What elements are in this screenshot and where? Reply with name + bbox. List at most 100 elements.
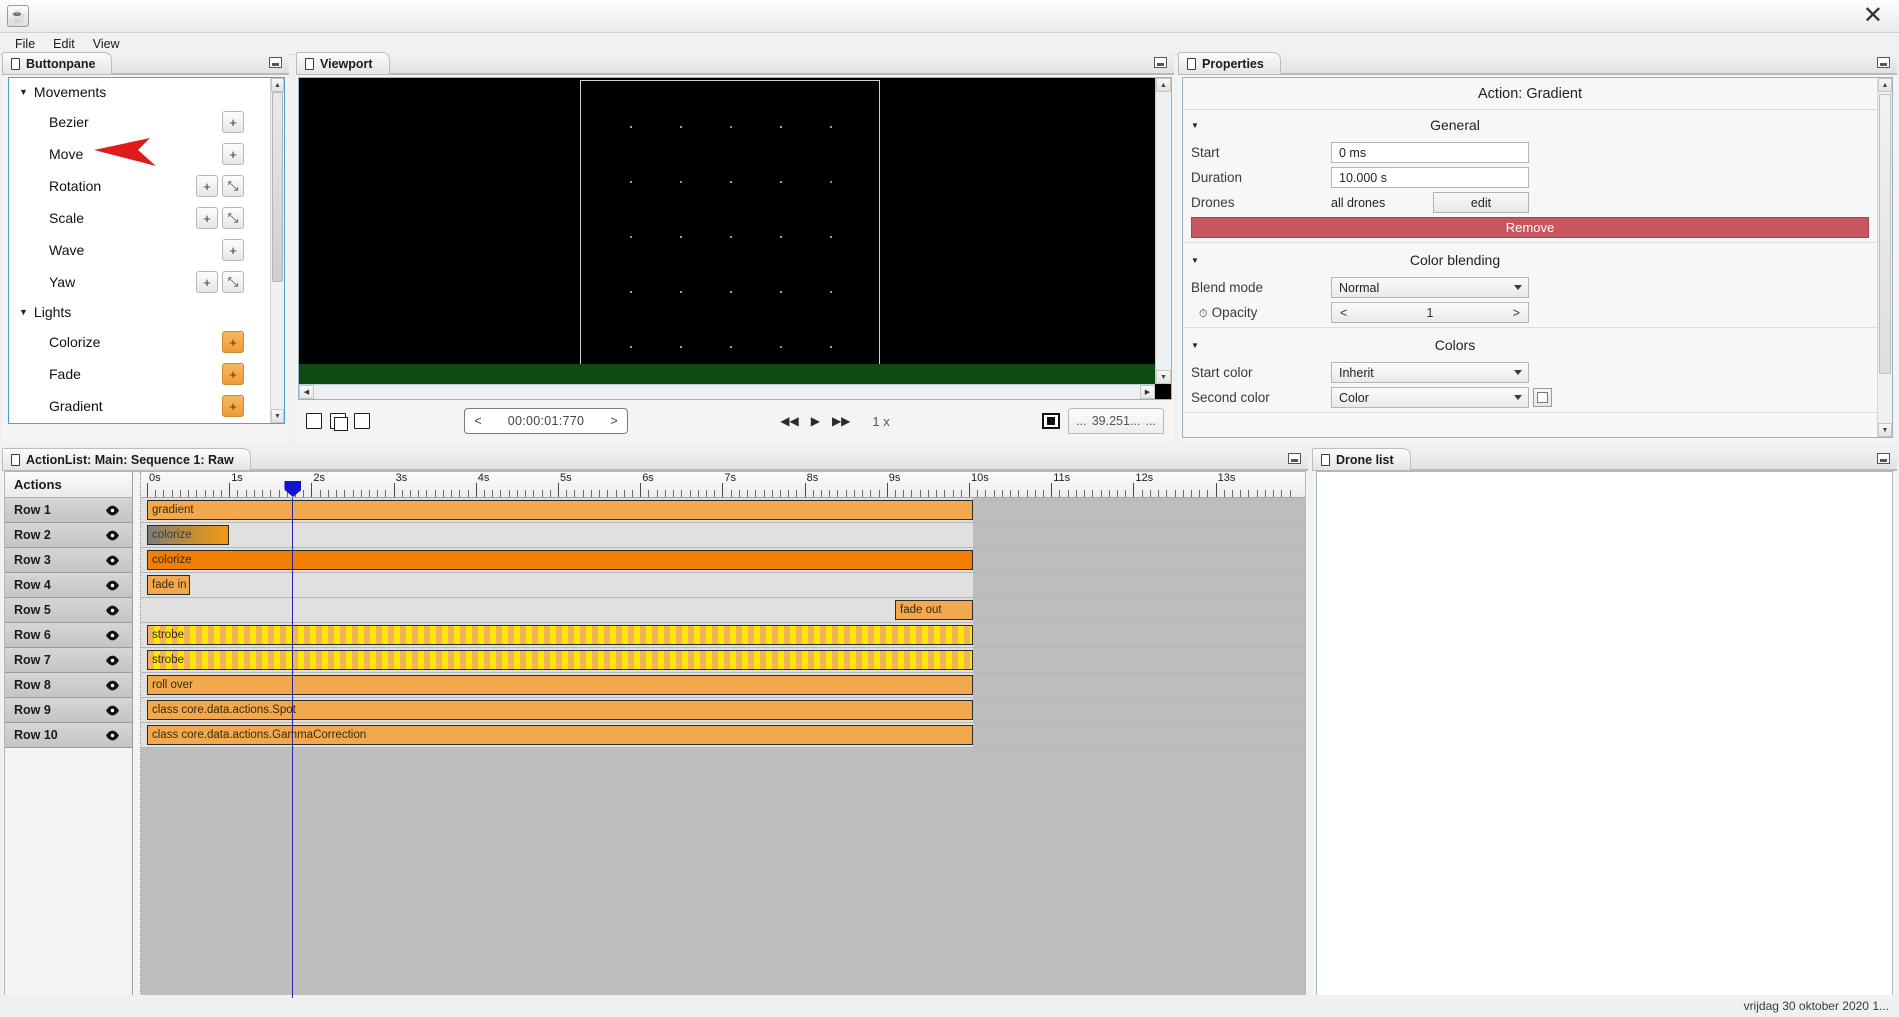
eye-icon[interactable] xyxy=(105,730,120,741)
window-close-button[interactable]: ✕ xyxy=(1863,4,1883,28)
section-collapse-icon[interactable]: ▼ xyxy=(1191,341,1199,350)
timeline-clip[interactable]: strobe xyxy=(147,650,974,670)
tab-actionlist[interactable]: ActionList: Main: Sequence 1: Raw xyxy=(2,448,251,470)
play-icon[interactable]: ▶ xyxy=(811,414,820,428)
timeline-clip[interactable]: roll over xyxy=(147,675,974,695)
chevron-down-icon[interactable]: ▼ xyxy=(19,307,28,317)
fit-to-view-icon[interactable] xyxy=(1042,413,1061,429)
properties-scrollbar[interactable]: ▲ ▼ xyxy=(1877,78,1892,437)
start-input[interactable]: 0 ms xyxy=(1331,142,1529,163)
second-color-swatch[interactable] xyxy=(1533,388,1552,407)
tab-properties[interactable]: Properties xyxy=(1178,52,1281,74)
scroll-right-icon[interactable]: ▶ xyxy=(1140,385,1155,399)
chevron-down-icon[interactable]: ▼ xyxy=(19,87,28,97)
add-wave-button[interactable]: + xyxy=(222,239,244,261)
buttonpane-item-wave[interactable]: Wave + xyxy=(9,234,270,266)
buttonpane-item-colorize[interactable]: Colorize + xyxy=(9,326,270,358)
actionlist-minimize-button[interactable] xyxy=(1288,453,1301,464)
timeline-clip[interactable]: class core.data.actions.GammaCorrection xyxy=(147,725,974,745)
menu-view[interactable]: View xyxy=(84,35,129,53)
timeline-row[interactable]: class core.data.actions.Spot xyxy=(141,698,1305,723)
buttonpane-group-lights[interactable]: ▼ Lights xyxy=(9,298,270,326)
buttonpane-minimize-button[interactable] xyxy=(269,57,282,68)
timeline-clip[interactable]: gradient xyxy=(147,500,974,520)
fastforward-icon[interactable]: ▶▶ xyxy=(832,414,850,428)
eye-icon[interactable] xyxy=(105,505,120,516)
add-rotation-button[interactable]: + xyxy=(196,175,218,197)
menu-file[interactable]: File xyxy=(6,35,44,53)
scroll-down-icon[interactable]: ▼ xyxy=(1156,370,1171,384)
eye-icon[interactable] xyxy=(105,580,120,591)
actionlist-row-header[interactable]: Row 3 xyxy=(5,548,132,573)
view-dual-icon[interactable] xyxy=(330,413,348,431)
buttonpane-item-yaw[interactable]: Yaw ⤡ + xyxy=(9,266,270,298)
menu-edit[interactable]: Edit xyxy=(44,35,84,53)
timeline-ruler[interactable]: 0s 1s 2s 3s 4s 5s 6s 7s 8s 9s 10s 11s 12s 13s xyxy=(141,472,1305,498)
eye-icon[interactable] xyxy=(105,605,120,616)
scroll-up-icon[interactable]: ▲ xyxy=(1878,78,1892,92)
timeline-row[interactable]: class core.data.actions.GammaCorrection xyxy=(141,723,1305,748)
opacity-stepper[interactable]: <1 > xyxy=(1331,302,1529,323)
add-colorize-button[interactable]: + xyxy=(222,331,244,353)
timeline-row[interactable]: strobe xyxy=(141,648,1305,673)
timeline-clip[interactable]: colorize xyxy=(147,550,974,570)
tab-viewport[interactable]: Viewport xyxy=(296,52,390,74)
duration-input[interactable]: 10.000 s xyxy=(1331,167,1529,188)
blend-mode-select[interactable]: Normal xyxy=(1331,277,1529,298)
rewind-icon[interactable]: ◀◀ xyxy=(780,414,798,428)
eye-icon[interactable] xyxy=(105,680,120,691)
timeline-row[interactable]: strobe xyxy=(141,623,1305,648)
viewport-canvas-area[interactable]: ▲ ▼ ◀ ▶ xyxy=(298,77,1172,400)
add-yaw-button[interactable]: + xyxy=(196,271,218,293)
actionlist-row-header[interactable]: Row 10 xyxy=(5,723,132,748)
zoom-field[interactable]: ... 39.251... ... xyxy=(1068,408,1165,434)
buttonpane-item-gradient[interactable]: Gradient + xyxy=(9,390,270,422)
actionlist-row-header[interactable]: Row 7 xyxy=(5,648,132,673)
scroll-up-icon[interactable]: ▲ xyxy=(271,78,284,92)
actionlist-row-header[interactable]: Row 5 xyxy=(5,598,132,623)
timeline-row[interactable]: roll over xyxy=(141,673,1305,698)
section-collapse-icon[interactable]: ▼ xyxy=(1191,256,1199,265)
viewport-minimize-button[interactable] xyxy=(1154,57,1167,68)
timeline-row[interactable]: fade in xyxy=(141,573,1305,598)
expand-yaw-button[interactable]: ⤡ xyxy=(222,271,244,293)
dronelist-content[interactable] xyxy=(1316,471,1893,1013)
add-scale-button[interactable]: + xyxy=(196,207,218,229)
actionlist-row-header[interactable]: Row 4 xyxy=(5,573,132,598)
section-collapse-icon[interactable]: ▼ xyxy=(1191,121,1199,130)
remove-action-button[interactable]: Remove xyxy=(1191,217,1869,238)
tab-buttonpane[interactable]: Buttonpane xyxy=(2,52,113,74)
scroll-left-icon[interactable]: ◀ xyxy=(299,385,314,399)
properties-minimize-button[interactable] xyxy=(1877,57,1890,68)
expand-scale-button[interactable]: ⤡ xyxy=(222,207,244,229)
actionlist-row-header[interactable]: Row 9 xyxy=(5,698,132,723)
timeline-clip[interactable]: fade in xyxy=(147,575,190,595)
timecode-next-button[interactable]: > xyxy=(601,414,627,428)
properties-scroll-thumb[interactable] xyxy=(1879,94,1891,374)
view-single-icon[interactable] xyxy=(306,413,322,429)
buttonpane-item-bezier[interactable]: Bezier + xyxy=(9,106,270,138)
scroll-up-icon[interactable]: ▲ xyxy=(1156,78,1171,92)
buttonpane-item-fade[interactable]: Fade + xyxy=(9,358,270,390)
second-color-select[interactable]: Color xyxy=(1331,387,1529,408)
expand-rotation-button[interactable]: ⤡ xyxy=(222,175,244,197)
tab-dronelist[interactable]: Drone list xyxy=(1312,448,1411,470)
timeline-clip[interactable]: class core.data.actions.Spot xyxy=(147,700,974,720)
add-move-button[interactable]: + xyxy=(222,143,244,165)
add-fade-button[interactable]: + xyxy=(222,363,244,385)
viewport-3d-canvas[interactable] xyxy=(299,78,1155,384)
timeline-clip[interactable]: strobe xyxy=(147,625,974,645)
eye-icon[interactable] xyxy=(105,555,120,566)
add-gradient-button[interactable]: + xyxy=(222,395,244,417)
start-color-select[interactable]: Inherit xyxy=(1331,362,1529,383)
buttonpane-scroll-thumb[interactable] xyxy=(272,92,283,282)
scroll-down-icon[interactable]: ▼ xyxy=(271,409,284,423)
buttonpane-item-rotation[interactable]: Rotation ⤡ + xyxy=(9,170,270,202)
edit-drones-button[interactable]: edit xyxy=(1433,192,1529,213)
timecode-field[interactable]: < 00:00:01:770 > xyxy=(464,408,628,434)
buttonpane-group-movements[interactable]: ▼ Movements xyxy=(9,78,270,106)
eye-icon[interactable] xyxy=(105,530,120,541)
actionlist-row-header[interactable]: Row 1 xyxy=(5,498,132,523)
buttonpane-scrollbar[interactable]: ▲ ▼ xyxy=(270,78,284,423)
buttonpane-item-scale[interactable]: Scale ⤡ + xyxy=(9,202,270,234)
